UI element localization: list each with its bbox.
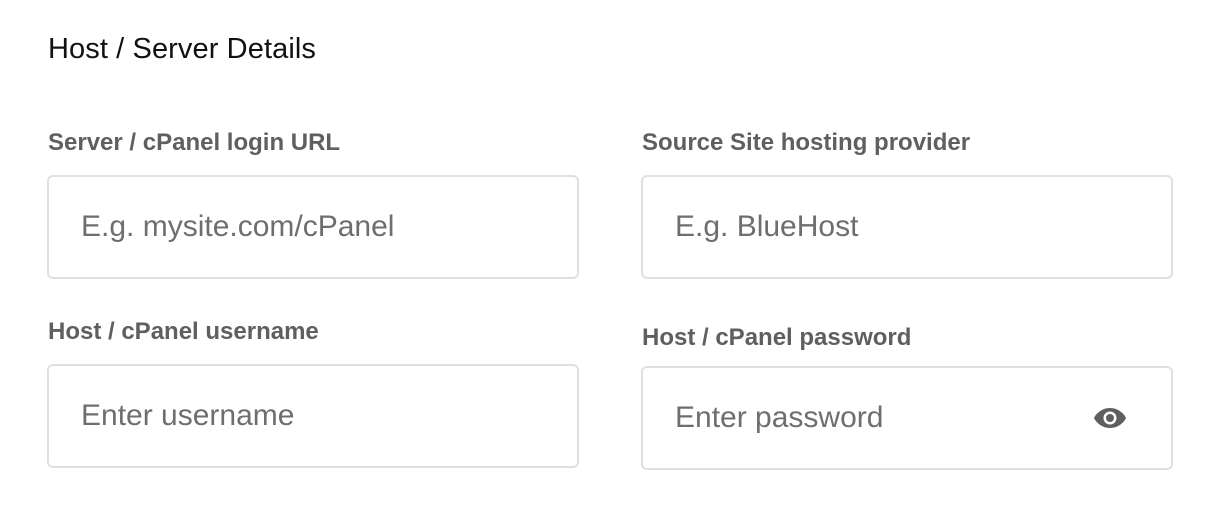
username-label: Host / cPanel username <box>48 318 319 345</box>
eye-icon[interactable] <box>1093 407 1127 429</box>
password-input[interactable] <box>675 368 1095 468</box>
server-url-field <box>47 175 579 279</box>
server-url-label: Server / cPanel login URL <box>48 129 341 156</box>
hosting-provider-label: Source Site hosting provider <box>642 129 971 156</box>
password-field <box>641 366 1173 470</box>
host-server-details-section: Host / Server Details Server / cPanel lo… <box>0 0 1220 519</box>
username-input[interactable] <box>81 366 501 466</box>
hosting-provider-field <box>641 175 1173 279</box>
hosting-provider-input[interactable] <box>675 177 1095 277</box>
username-field <box>47 364 579 468</box>
server-url-input[interactable] <box>81 177 501 277</box>
section-title: Host / Server Details <box>48 33 317 65</box>
password-label: Host / cPanel password <box>642 324 912 351</box>
